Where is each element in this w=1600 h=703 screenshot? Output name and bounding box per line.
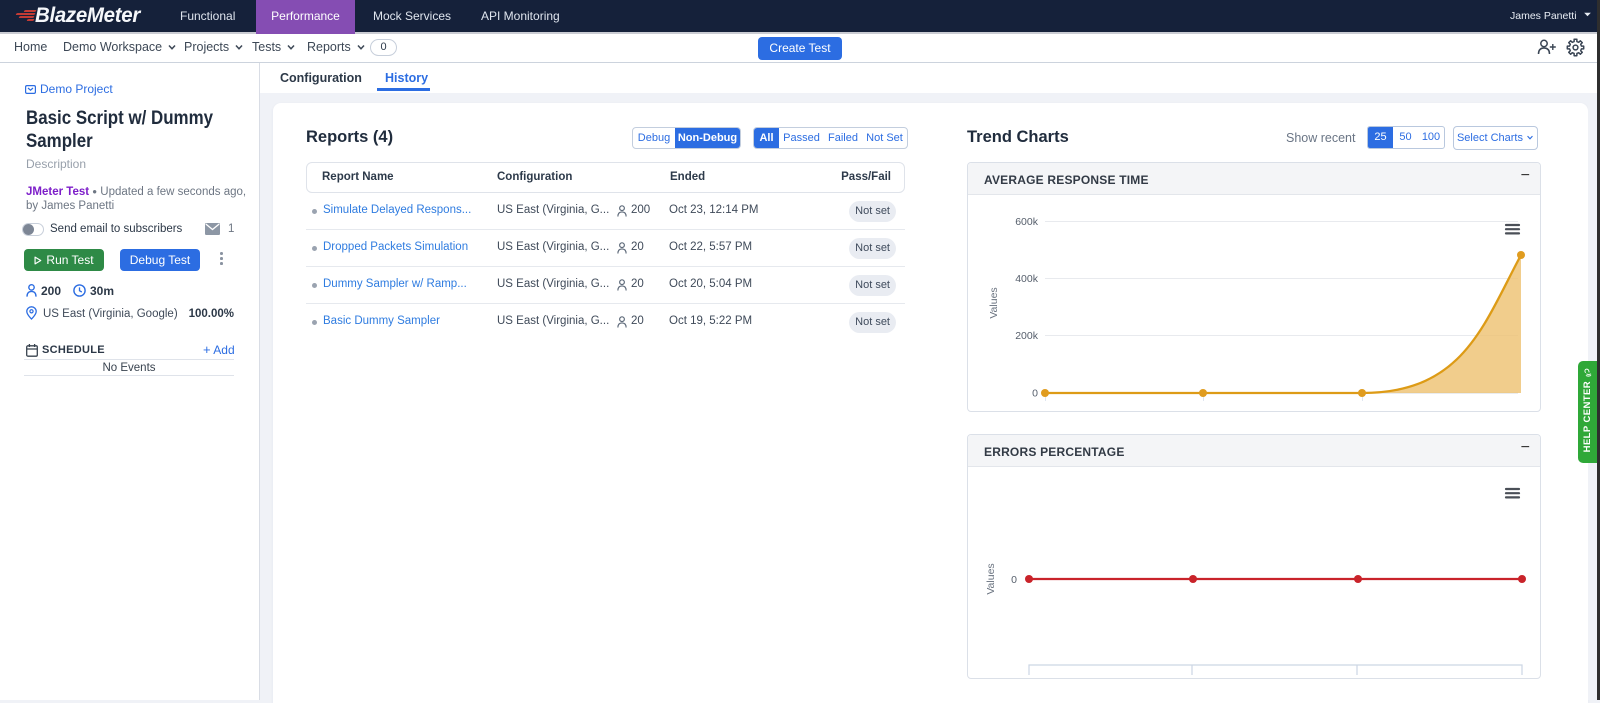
svg-text:Values: Values [988,287,1000,318]
svg-text:200k: 200k [1015,330,1039,342]
svg-text:400k: 400k [1015,273,1039,285]
svg-text:0: 0 [1032,388,1038,400]
svg-text:Values: Values [985,563,997,594]
svg-text:0: 0 [1011,574,1017,586]
svg-text:600k: 600k [1015,216,1039,228]
